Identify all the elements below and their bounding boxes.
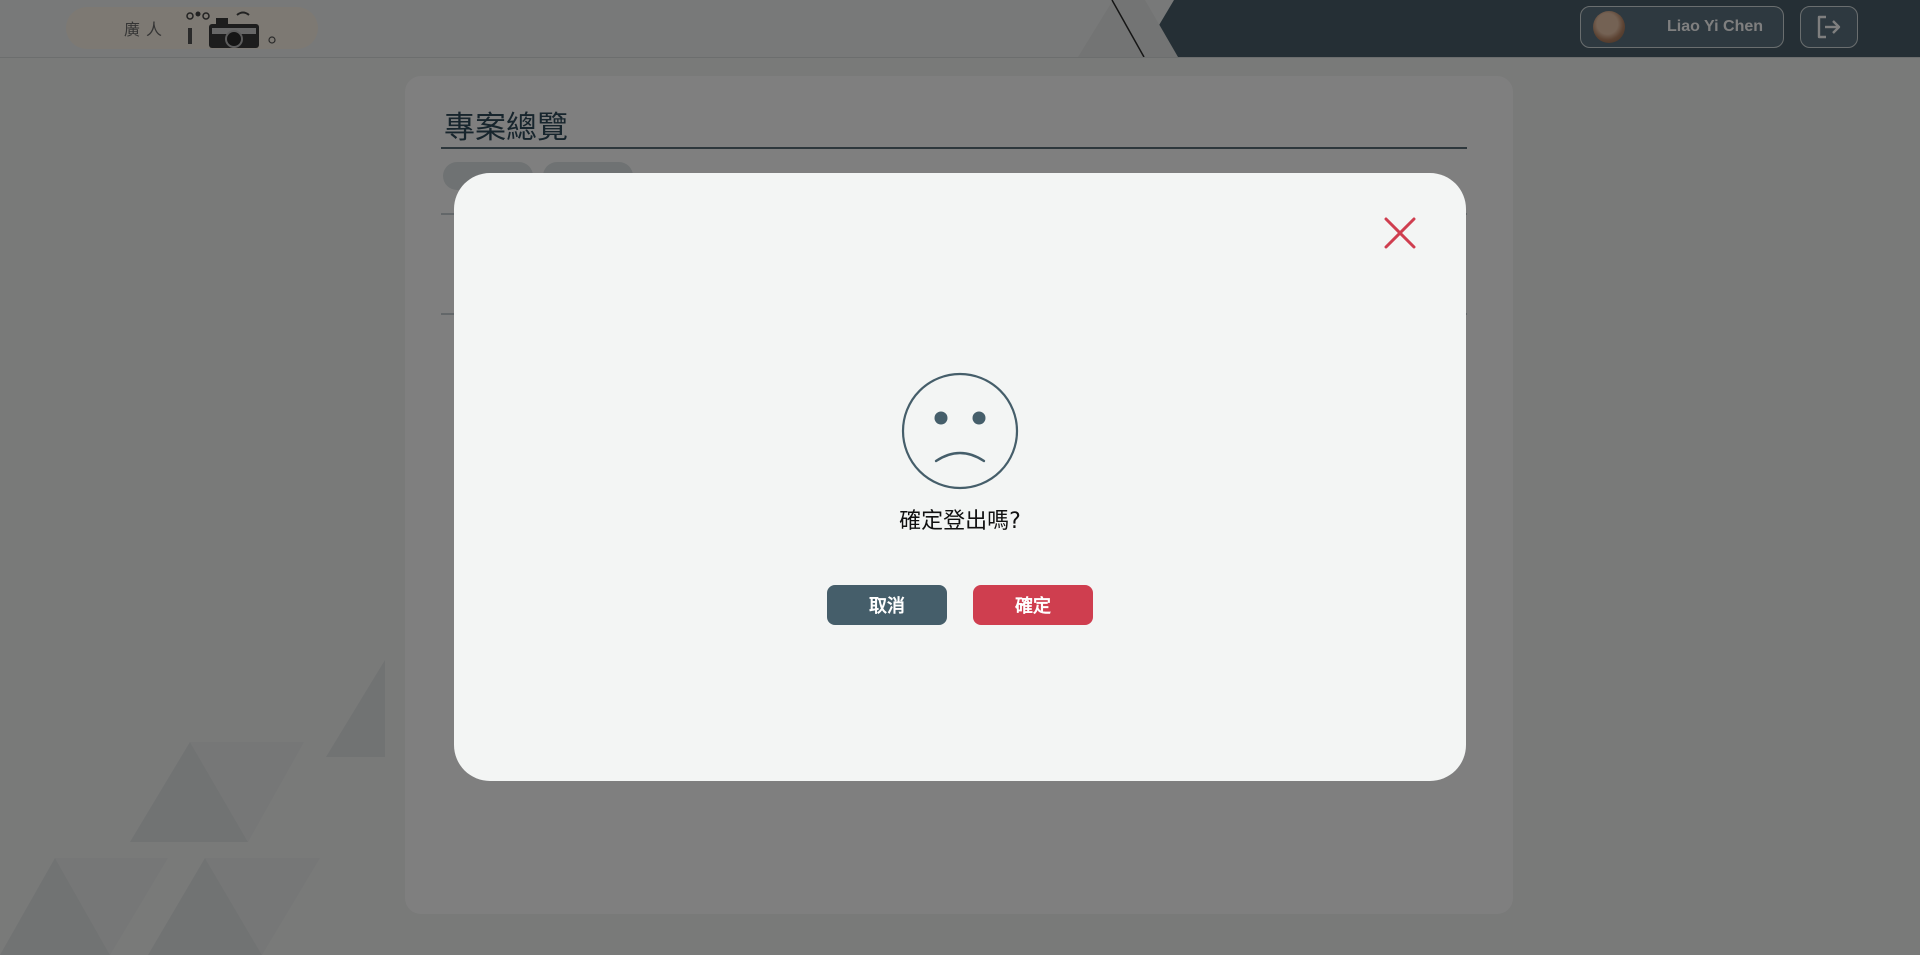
close-icon[interactable] (1380, 213, 1420, 253)
logout-confirm-dialog: 確定登出嗎? 取消 確定 (454, 173, 1466, 781)
sad-face-icon (901, 372, 1019, 490)
cancel-button[interactable]: 取消 (827, 585, 947, 625)
confirm-button[interactable]: 確定 (973, 585, 1093, 625)
confirm-message: 確定登出嗎? (899, 509, 1021, 534)
app-page: 廣人 Liao Yi Chen (0, 0, 1920, 955)
